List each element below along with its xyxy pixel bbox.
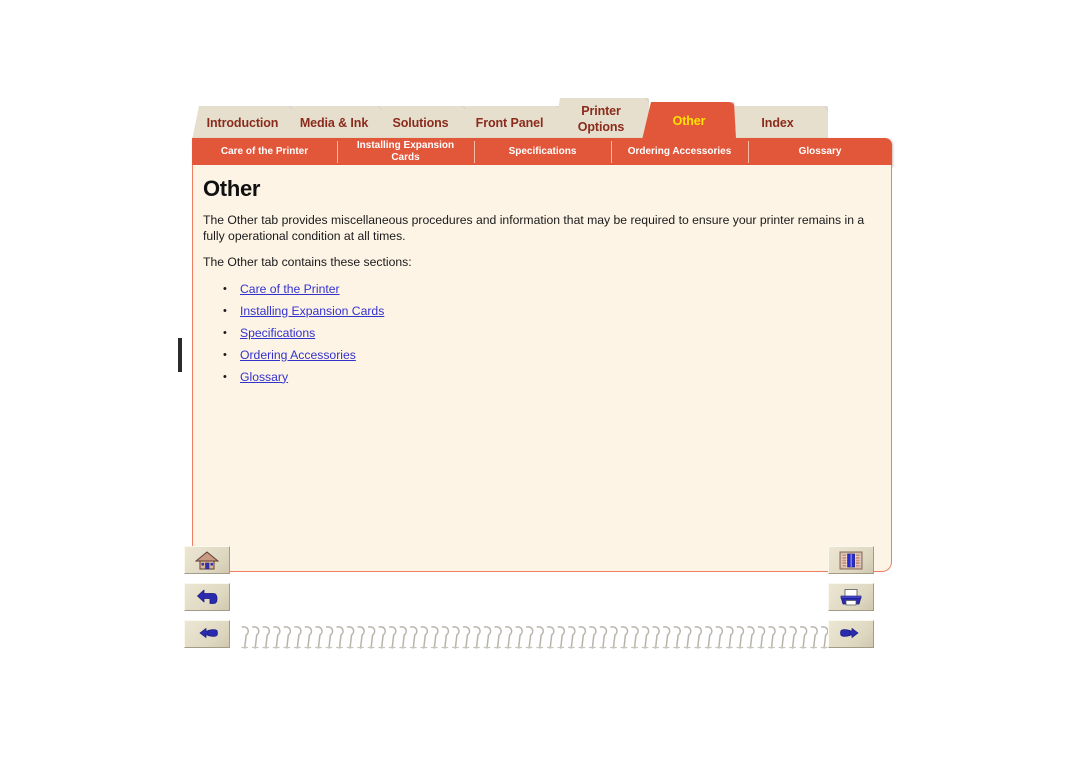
sub-tab-specifications-label: Specifications <box>508 146 577 157</box>
sub-tab-installing-expansion-cards-line1: Installing Expansion <box>356 140 455 151</box>
sub-tab-glossary[interactable]: Glossary <box>748 138 892 166</box>
main-tab-index[interactable]: Index <box>727 106 828 140</box>
section-link-list: Care of the Printer Installing Expansion… <box>193 279 891 389</box>
bookshelf-button[interactable] <box>828 546 874 574</box>
previous-page-button[interactable] <box>184 620 230 648</box>
left-navigation-buttons <box>184 546 230 657</box>
main-tab-front-panel-label: Front Panel <box>475 116 544 130</box>
sub-tab-installing-expansion-cards-line2: Cards <box>391 152 420 163</box>
main-tab-printer-options-line1: Printer <box>581 104 621 118</box>
link-specifications[interactable]: Specifications <box>240 326 315 340</box>
main-tab-printer-options-line2: Options <box>577 120 625 134</box>
list-item: Care of the Printer <box>223 279 891 301</box>
sub-tab-bar: Care of the Printer Installing Expansion… <box>192 138 892 166</box>
link-glossary[interactable]: Glossary <box>240 370 288 384</box>
sub-tab-ordering-accessories-label: Ordering Accessories <box>627 146 732 157</box>
bookshelf-icon <box>839 551 863 569</box>
main-tab-introduction[interactable]: Introduction <box>192 106 293 140</box>
main-tab-other[interactable]: Other <box>642 102 736 140</box>
change-bar <box>178 338 182 372</box>
printer-icon <box>840 588 862 605</box>
list-item: Glossary <box>223 367 891 389</box>
sub-tab-ordering-accessories[interactable]: Ordering Accessories <box>611 138 748 166</box>
main-tab-index-label: Index <box>761 116 794 130</box>
sections-lead-in: The Other tab contains these sections: <box>203 255 412 269</box>
back-arrow-icon <box>197 589 218 604</box>
sub-tab-glossary-label: Glossary <box>798 146 842 157</box>
back-button[interactable] <box>184 583 230 611</box>
link-ordering-accessories[interactable]: Ordering Accessories <box>240 348 356 362</box>
main-tab-media-and-ink[interactable]: Media & Ink <box>286 106 382 140</box>
pointing-hand-right-icon <box>840 627 859 638</box>
intro-paragraph: The Other tab provides miscellaneous pro… <box>203 213 865 243</box>
right-navigation-buttons <box>828 546 874 657</box>
main-tab-row: Introduction Media & Ink Solutions Front… <box>192 98 898 140</box>
link-installing-expansion-cards[interactable]: Installing Expansion Cards <box>240 304 384 318</box>
list-item: Specifications <box>223 323 891 345</box>
print-button[interactable] <box>828 583 874 611</box>
home-button[interactable] <box>184 546 230 574</box>
main-tab-media-and-ink-label: Media & Ink <box>299 116 369 130</box>
pointing-hand-left-icon <box>199 627 218 638</box>
list-item: Installing Expansion Cards <box>223 301 891 323</box>
link-care-of-the-printer[interactable]: Care of the Printer <box>240 282 340 296</box>
main-tab-introduction-label: Introduction <box>206 116 279 130</box>
sub-tab-specifications[interactable]: Specifications <box>474 138 611 166</box>
page-title: Other <box>203 176 261 201</box>
list-item: Ordering Accessories <box>223 345 891 367</box>
manual-document: Introduction Media & Ink Solutions Front… <box>178 98 908 668</box>
sub-tab-care-of-the-printer[interactable]: Care of the Printer <box>192 138 337 166</box>
sub-tab-care-of-the-printer-label: Care of the Printer <box>220 146 309 157</box>
main-tab-solutions[interactable]: Solutions <box>375 106 466 140</box>
main-tab-other-label: Other <box>672 114 706 128</box>
main-tab-solutions-label: Solutions <box>392 116 449 130</box>
sub-tab-installing-expansion-cards[interactable]: Installing Expansion Cards <box>337 138 474 166</box>
main-tab-front-panel[interactable]: Front Panel <box>459 106 560 140</box>
next-page-button[interactable] <box>828 620 874 648</box>
home-icon <box>195 550 219 569</box>
spiral-binding <box>241 626 829 649</box>
content-page: Other The Other tab provides miscellaneo… <box>192 165 892 572</box>
main-tab-printer-options[interactable]: Printer Options <box>553 98 649 140</box>
